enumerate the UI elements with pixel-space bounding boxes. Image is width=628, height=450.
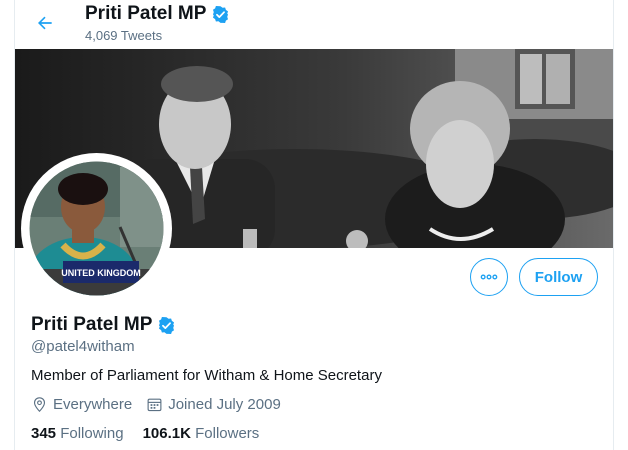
profile-meta: Everywhere Joined July 2009 [31,396,295,413]
followers-count: 106.1K [142,425,191,442]
location-pin-icon [33,397,46,413]
following-link[interactable]: 345 Following [31,425,124,442]
column-border-right [613,0,614,450]
location-text: Everywhere [53,396,133,413]
more-options-button[interactable] [470,258,508,296]
more-icon [480,274,498,280]
followers-label: Followers [195,425,260,442]
profile-location: Everywhere [31,396,132,413]
arrow-left-icon [38,16,52,30]
follow-button[interactable]: Follow [519,258,598,296]
verified-badge-icon [213,5,229,23]
tweet-count: 4,069 Tweets [85,28,163,43]
profile-name-row: Priti Patel MP [31,314,176,336]
profile-name: Priti Patel MP [31,314,153,335]
back-button[interactable] [28,6,62,40]
verified-badge-icon [159,316,175,334]
profile-bio: Member of Parliament for Witham & Home S… [31,367,382,384]
avatar-placard-text: UNITED KINGDOM [61,268,141,278]
header-name: Priti Patel MP [85,3,207,24]
profile-stats: 345 Following 106.1K Followers [31,425,278,442]
profile-joined: Joined July 2009 [146,396,281,413]
profile-handle: @patel4witham [31,338,135,355]
calendar-icon [147,398,162,412]
joined-text: Joined July 2009 [168,396,281,413]
following-label: Following [60,425,124,442]
followers-link[interactable]: 106.1K Followers [143,425,260,442]
profile-avatar[interactable]: UNITED KINGDOM [25,157,168,300]
following-count: 345 [31,425,57,442]
header-title: Priti Patel MP [85,3,230,25]
